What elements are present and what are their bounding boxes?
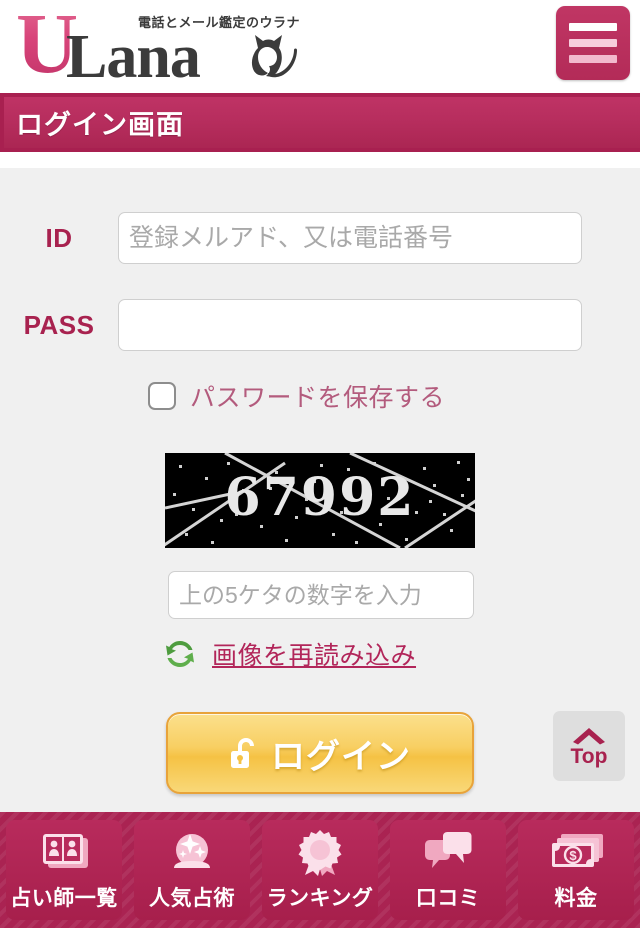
open-padlock-icon	[231, 738, 254, 768]
svg-text:$: $	[569, 848, 577, 863]
cat-silhouette-icon	[251, 35, 297, 78]
id-label: ID	[45, 222, 73, 253]
nav-label: 口コミ	[415, 887, 481, 910]
remember-password-row[interactable]: パスワードを保存する	[148, 378, 445, 414]
crystal-ball-icon	[166, 828, 218, 878]
id-field-row: ID	[0, 212, 640, 264]
nav-item-popular-fortune[interactable]: 人気占術	[134, 820, 250, 920]
captcha-reload-link[interactable]: 画像を再読み込み	[212, 636, 416, 672]
hamburger-menu-button[interactable]	[556, 6, 630, 80]
password-input[interactable]	[118, 299, 582, 351]
nav-item-reviews[interactable]: 口コミ	[390, 820, 506, 920]
banknotes-icon: $	[547, 828, 605, 878]
nav-label: 料金	[554, 887, 598, 910]
captcha-input[interactable]	[168, 571, 474, 619]
pass-label: PASS	[23, 309, 95, 340]
nav-item-pricing[interactable]: $ 料金	[518, 820, 634, 920]
site-logo[interactable]: U Lana 電話とメール鑑定のウラナ	[16, 0, 316, 91]
fortune-teller-cards-icon	[36, 828, 92, 878]
login-button-label: ログイン	[271, 737, 411, 776]
nav-label: 占い師一覧	[10, 887, 118, 910]
page-title: ログイン画面	[16, 110, 184, 140]
captcha-reload-row[interactable]: 画像を再読み込み	[163, 636, 416, 672]
page-title-bar: ログイン画面	[0, 93, 640, 152]
bottom-navigation: 占い師一覧 人気占術 ランキング 口コミ $ 料金	[0, 812, 640, 928]
captcha-image: 67992	[165, 453, 475, 548]
refresh-arrows-icon[interactable]	[163, 637, 197, 671]
nav-label: 人気占術	[149, 887, 235, 910]
rosette-ribbon-icon	[295, 828, 345, 878]
speech-bubbles-icon	[421, 828, 475, 878]
login-button[interactable]: ログイン	[166, 712, 474, 794]
scroll-to-top-label: Top	[570, 744, 608, 768]
nav-label: ランキング	[266, 887, 374, 910]
scroll-to-top-button[interactable]: Top	[553, 711, 625, 781]
nav-item-ranking[interactable]: ランキング	[262, 820, 378, 920]
nav-item-fortune-teller-list[interactable]: 占い師一覧	[6, 820, 122, 920]
pass-field-row: PASS	[0, 299, 640, 351]
remember-password-checkbox[interactable]	[148, 382, 176, 410]
site-header: U Lana 電話とメール鑑定のウラナ	[0, 0, 640, 88]
remember-password-label: パスワードを保存する	[190, 384, 446, 412]
captcha-code-text: 67992	[225, 467, 416, 528]
hamburger-menu-icon	[569, 23, 617, 31]
logo-text-lana: Lana	[66, 23, 201, 91]
hamburger-bar-2	[569, 39, 617, 47]
id-input[interactable]	[118, 212, 582, 264]
chevron-up-icon	[573, 727, 605, 744]
hamburger-bar-3	[569, 55, 617, 63]
